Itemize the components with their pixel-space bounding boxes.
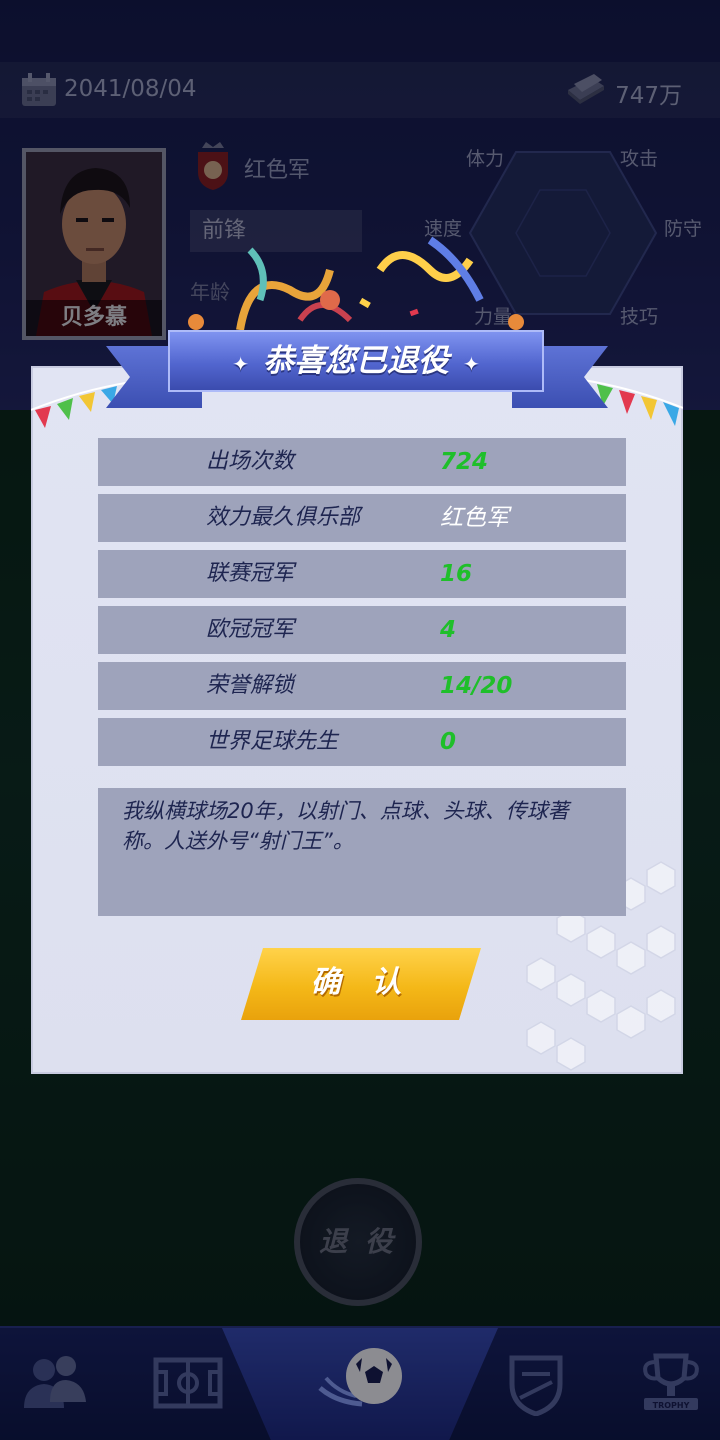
stat-label: 出场次数 — [206, 449, 295, 474]
stat-value: 14/20 — [440, 673, 513, 699]
career-description: 我纵横球场20年，以射门、点球、头球、传球著称。人送外号“射门王”。 — [98, 788, 626, 916]
stat-label: 欧冠冠军 — [206, 617, 295, 642]
dialog-title: 恭喜您已退役 — [263, 343, 449, 379]
stat-row-ballon-dor: 世界足球先生 0 — [98, 718, 626, 766]
stat-row-league-titles: 联赛冠军 16 — [98, 550, 626, 598]
stat-row-longest-club: 效力最久俱乐部 红色军 — [98, 494, 626, 542]
confirm-button[interactable]: 确 认 — [241, 948, 481, 1020]
stat-label: 联赛冠军 — [206, 561, 295, 586]
sparkle-left-icon: ✦ — [232, 352, 249, 376]
retirement-dialog: 出场次数 724 效力最久俱乐部 红色军 联赛冠军 16 欧冠冠军 4 荣誉解锁… — [31, 366, 683, 1074]
sparkle-right-icon: ✦ — [463, 352, 480, 376]
stat-value: 0 — [440, 729, 457, 755]
stat-value: 16 — [440, 561, 473, 587]
stat-row-appearances: 出场次数 724 — [98, 438, 626, 486]
stat-row-honors-unlocked: 荣誉解锁 14/20 — [98, 662, 626, 710]
bunting-left-decoration — [31, 381, 131, 428]
stat-label: 荣誉解锁 — [206, 673, 295, 698]
stat-row-champions-league: 欧冠冠军 4 — [98, 606, 626, 654]
stat-value: 724 — [440, 449, 489, 475]
confetti-decoration — [188, 236, 524, 331]
stat-label: 世界足球先生 — [206, 729, 339, 754]
retirement-title-banner: ✦ 恭喜您已退役 ✦ — [168, 330, 544, 392]
stat-value: 红色军 — [440, 505, 509, 531]
confirm-button-label: 确 认 — [310, 965, 412, 1000]
stat-value: 4 — [440, 617, 457, 643]
stat-label: 效力最久俱乐部 — [206, 505, 361, 530]
